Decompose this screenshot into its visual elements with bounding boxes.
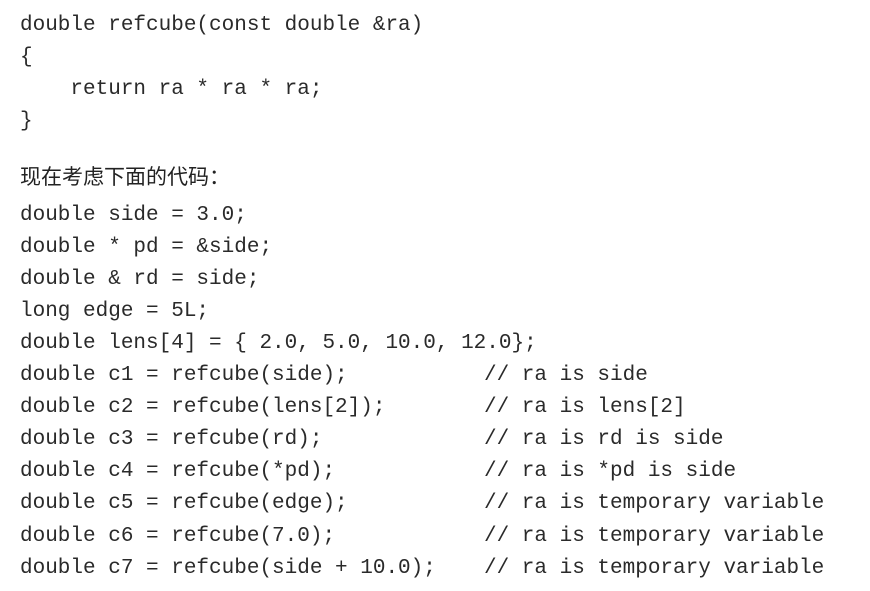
code-line: } xyxy=(20,110,33,133)
code-line: { xyxy=(20,46,33,69)
code-comment: // ra is temporary variable xyxy=(484,492,825,515)
code-text: double c7 = refcube(side + 10.0); xyxy=(20,557,436,580)
code-comment: // ra is temporary variable xyxy=(484,525,825,548)
code-text: double c4 = refcube(*pd); xyxy=(20,460,336,483)
intro-text: 现在考虑下面的代码： xyxy=(20,165,230,189)
code-text: long edge = 5L; xyxy=(20,300,210,323)
code-text: double lens[4] = { 2.0, 5.0, 10.0, 12.0}… xyxy=(20,332,537,355)
code-line: return ra * ra * ra; xyxy=(20,78,323,101)
code-comment: // ra is temporary variable xyxy=(484,557,825,580)
code-comment: // ra is lens[2] xyxy=(484,396,686,419)
code-comment: // ra is rd is side xyxy=(484,428,724,451)
code-text: double side = 3.0; xyxy=(20,204,247,227)
code-text: double c1 = refcube(side); xyxy=(20,364,348,387)
code-line: double refcube(const double &ra) xyxy=(20,14,424,37)
code-comment: // ra is side xyxy=(484,364,648,387)
code-text: double c3 = refcube(rd); xyxy=(20,428,323,451)
code-text: double & rd = side; xyxy=(20,268,260,291)
code-text: double c6 = refcube(7.0); xyxy=(20,525,336,548)
code-text: double c5 = refcube(edge); xyxy=(20,492,348,515)
code-text: double * pd = &side; xyxy=(20,236,273,259)
code-text: double c2 = refcube(lens[2]); xyxy=(20,396,386,419)
code-comment: // ra is *pd is side xyxy=(484,460,737,483)
